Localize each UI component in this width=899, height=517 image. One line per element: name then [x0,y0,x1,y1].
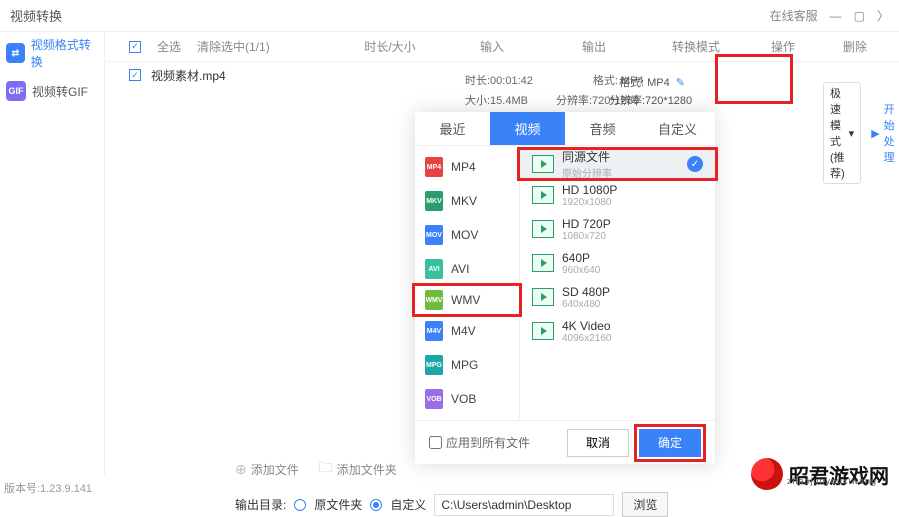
format-mp4[interactable]: MP4MP4 [415,150,519,184]
sidebar-item-label: 视频格式转换 [31,36,98,70]
col-duration: 时长/大小 [355,38,425,55]
preset-640p[interactable]: 640P960x640 [520,246,715,280]
format-mkv[interactable]: MKVMKV [415,184,519,218]
output-dir-row: 输出目录: 原文件夹 自定义 C:\Users\admin\Desktop 浏览 [235,492,668,517]
tab-video[interactable]: 视频 [490,112,565,146]
format-list: MP4MP4 MKVMKV MOVMOV AVIAVI WMVWMV M4VM4… [415,146,520,420]
file-output-res: 分辨率:720*1280 [609,92,692,108]
maximize-icon[interactable]: ▢ [854,9,865,23]
video-file-icon [532,186,554,204]
preset-480p[interactable]: SD 480P640x480 [520,280,715,314]
format-popup: 最近 视频 音频 自定义 MP4MP4 MKVMKV MOVMOV AVIAVI… [415,112,715,464]
watermark: 昭君游戏网 zhaojunyouxiwang [751,458,889,490]
check-icon: ✓ [687,156,703,172]
minimize-icon[interactable]: — [830,9,842,23]
speed-mode-dropdown[interactable]: 极速模式(推荐) ▾ [823,82,861,184]
video-file-icon [532,155,554,173]
cancel-button[interactable]: 取消 [567,429,629,457]
add-controls: ⊕添加文件 🗀添加文件夹 [235,457,397,481]
video-file-icon [532,288,554,306]
select-all-label[interactable]: 全选 [157,38,181,55]
col-output: 输出 [559,38,629,55]
add-folder-button[interactable]: 🗀添加文件夹 [319,457,397,481]
start-processing-link[interactable]: ▶ 开始处理 [871,101,894,165]
preset-list: 同源文件原始分辨率 ✓ HD 1080P1920x1080 HD 720P108… [520,146,715,420]
preset-4k[interactable]: 4K Video4096x2160 [520,314,715,348]
col-input: 输入 [457,38,527,55]
video-file-icon [532,322,554,340]
file-size: 大小:15.4MB [465,92,528,108]
watermark-url: zhaojunyouxiwang [787,476,877,486]
preset-1080p[interactable]: HD 1080P1920x1080 [520,178,715,212]
title-bar: 视频转换 在线客服 — ▢ 〉 [0,0,899,32]
gif-icon: GIF [6,81,26,101]
tab-custom[interactable]: 自定义 [640,112,715,146]
apply-all-checkbox[interactable]: 应用到所有文件 [429,434,557,451]
edit-output-icon[interactable]: ✎ [676,76,685,89]
col-mode: 转换模式 [661,38,731,55]
select-all-checkbox[interactable]: ✓ [129,41,141,53]
tab-audio[interactable]: 音频 [565,112,640,146]
format-m4v[interactable]: M4VM4V [415,314,519,348]
col-del: 删除 [835,38,875,55]
tab-recent[interactable]: 最近 [415,112,490,146]
support-link[interactable]: 在线客服 [770,7,818,24]
output-path-input[interactable]: C:\Users\admin\Desktop [434,494,614,516]
popup-tabs: 最近 视频 音频 自定义 [415,112,715,146]
radio-custom-folder[interactable] [370,499,382,511]
file-meta-row1: 时长:00:01:42 格式: MP4 [465,72,644,88]
highlight-output-box [715,54,793,104]
sidebar-item-video-gif[interactable]: GIF 视频转GIF [0,72,104,110]
file-name: 视频素材.mp4 [151,67,226,84]
add-file-button[interactable]: ⊕添加文件 [235,461,299,478]
preset-720p[interactable]: HD 720P1080x720 [520,212,715,246]
ok-button[interactable]: 确定 [639,429,701,457]
radio-custom-label: 自定义 [390,496,426,513]
radio-original-folder[interactable] [294,499,306,511]
preset-same-as-source[interactable]: 同源文件原始分辨率 ✓ [517,147,718,181]
folder-icon: 🗀 [319,457,333,481]
file-checkbox[interactable]: ✓ [129,69,141,81]
file-output-format: 格式: MP4 [619,74,670,90]
format-mov[interactable]: MOVMOV [415,218,519,252]
video-file-icon [532,254,554,272]
chevron-down-icon: ▾ [849,127,855,140]
sidebar: ⇄ 视频格式转换 GIF 视频转GIF [0,32,105,476]
browse-button[interactable]: 浏览 [622,492,668,517]
popup-footer: 应用到所有文件 取消 确定 [415,420,715,464]
close-icon[interactable]: 〉 [877,7,889,24]
version-label: 版本号:1.23.9.141 [4,480,92,496]
col-op: 操作 [763,38,803,55]
app-title: 视频转换 [10,6,62,25]
clear-selection[interactable]: 清除选中(1/1) [197,38,270,55]
sidebar-item-video-convert[interactable]: ⇄ 视频格式转换 [0,34,104,72]
format-wmv[interactable]: WMVWMV [412,283,522,317]
output-dir-label: 输出目录: [235,496,286,513]
radio-original-label: 原文件夹 [314,496,362,513]
watermark-logo-icon [751,458,783,490]
video-file-icon [532,220,554,238]
sidebar-item-label: 视频转GIF [32,83,88,100]
speed-controls: 极速模式(推荐) ▾ ▶ 开始处理 🗑 [823,82,899,184]
format-mpg[interactable]: MPGMPG [415,348,519,382]
file-duration: 时长:00:01:42 [465,72,533,88]
format-avi[interactable]: AVIAVI [415,252,519,286]
format-vob[interactable]: VOBVOB [415,382,519,416]
main-area: ✓ 全选 清除选中(1/1) 时长/大小 输入 输出 转换模式 操作 删除 ✓ … [105,32,899,476]
plus-icon: ⊕ [235,461,247,478]
convert-icon: ⇄ [6,43,25,63]
